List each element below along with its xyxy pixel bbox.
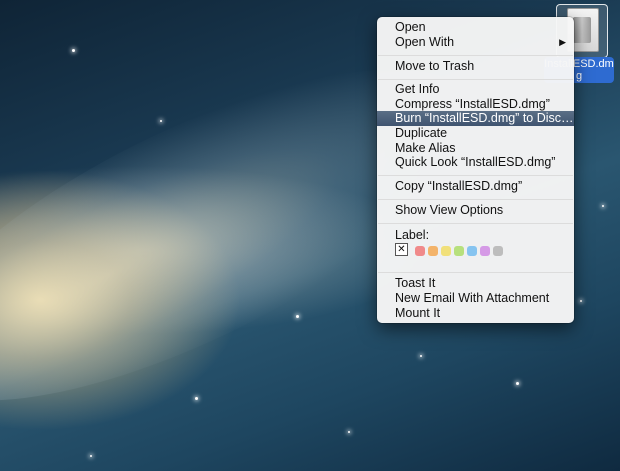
menu-item-compress[interactable]: Compress “InstallESD.dmg” [377, 97, 574, 112]
label-green-swatch[interactable] [454, 246, 464, 256]
menu-item-show-view-options[interactable]: Show View Options [377, 203, 574, 218]
menu-item-mount-it[interactable]: Mount It [377, 306, 574, 321]
star [516, 382, 519, 385]
menu-item-copy[interactable]: Copy “InstallESD.dmg” [377, 179, 574, 194]
star [348, 431, 350, 433]
star [420, 355, 422, 357]
star [296, 315, 299, 318]
menu-item-make-alias[interactable]: Make Alias [377, 141, 574, 156]
star [195, 397, 198, 400]
label-blue-swatch[interactable] [467, 246, 477, 256]
menu-item-move-to-trash[interactable]: Move to Trash [377, 59, 574, 74]
label-red-swatch[interactable] [415, 246, 425, 256]
menu-item-new-email-with-attachment[interactable]: New Email With Attachment [377, 291, 574, 306]
label-gray-swatch[interactable] [493, 246, 503, 256]
menu-item-open[interactable]: Open [377, 20, 574, 35]
star [160, 120, 162, 122]
star [602, 205, 604, 207]
star [580, 300, 582, 302]
label-orange-swatch[interactable] [428, 246, 438, 256]
menu-item-duplicate[interactable]: Duplicate [377, 126, 574, 141]
star [72, 49, 75, 52]
menu-item-get-info[interactable]: Get Info [377, 82, 574, 97]
disk-image-icon [573, 17, 591, 43]
menu-separator [378, 272, 573, 273]
label-none-button[interactable]: ✕ [395, 243, 408, 256]
menu-separator [378, 55, 573, 56]
file-name-line2: g [575, 70, 583, 82]
menu-separator [378, 223, 573, 224]
star [90, 455, 92, 457]
menu-item-burn[interactable]: Burn “InstallESD.dmg” to Disc… [377, 111, 574, 126]
menu-separator [378, 175, 573, 176]
menu-item-open-with-label: Open With [395, 35, 455, 49]
label-title: Label: [395, 228, 430, 242]
label-purple-swatch[interactable] [480, 246, 490, 256]
submenu-arrow-icon: ▶ [559, 37, 566, 47]
menu-separator [378, 79, 573, 80]
menu-item-quick-look[interactable]: Quick Look “InstallESD.dmg” [377, 155, 574, 170]
menu-item-open-with[interactable]: Open With ▶ [377, 35, 574, 50]
menu-separator [378, 199, 573, 200]
menu-item-toast-it[interactable]: Toast It [377, 276, 574, 291]
label-yellow-swatch[interactable] [441, 246, 451, 256]
context-menu: Open Open With ▶ Move to Trash Get Info … [377, 17, 574, 323]
